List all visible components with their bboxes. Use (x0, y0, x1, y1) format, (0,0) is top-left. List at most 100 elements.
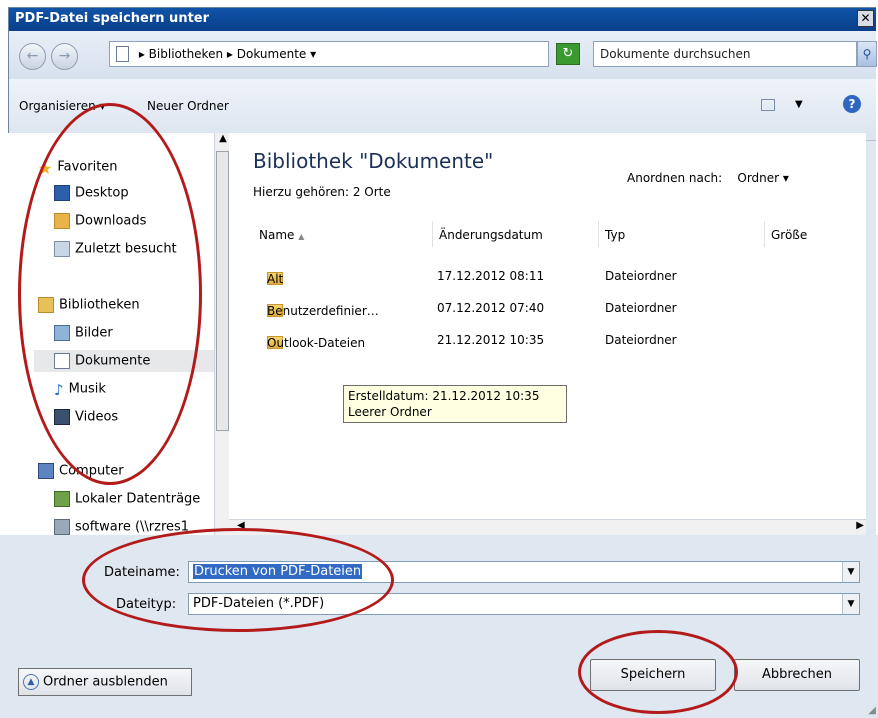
filename-label: Dateiname: (104, 565, 180, 580)
nav-label: Lokaler Datenträge (75, 491, 201, 507)
search-icon[interactable]: ⚲ (857, 41, 877, 67)
nav-label: Dokumente (75, 353, 151, 369)
title-bar: PDF-Datei speichern unter ✕ (9, 8, 876, 31)
command-bar: Organisieren ▾ Neuer Ordner ▼ ? (9, 79, 876, 141)
file-name: Benutzerdefinier… (267, 304, 379, 318)
address-row: ← → ▸ Bibliotheken ▸ Dokumente ▾ ▼ ↻ Dok… (9, 31, 877, 79)
arrange-by: Anordnen nach: Ordner ▾ (627, 171, 789, 185)
sort-ascending-icon: ▲ (298, 232, 305, 241)
file-list-scrollbar[interactable]: ◀ ▶ (229, 519, 866, 535)
scroll-thumb[interactable] (216, 151, 229, 431)
nav-label: Musik (68, 381, 106, 397)
view-dropdown-icon[interactable]: ▼ (795, 99, 803, 110)
desktop-icon (54, 185, 70, 201)
nav-item-libraries[interactable]: Bibliotheken (38, 297, 140, 319)
arrange-label: Anordnen nach: (627, 171, 723, 185)
nav-item-pictures[interactable]: Bilder (54, 325, 113, 347)
star-icon: ★ (38, 159, 53, 178)
computer-icon (38, 463, 54, 479)
column-header-date[interactable]: Änderungsdatum (433, 221, 599, 247)
recent-icon (54, 241, 70, 257)
chevron-down-icon[interactable]: ▼ (842, 562, 859, 582)
file-row[interactable]: Benutzerdefinier… 07.12.2012 07:40 Datei… (253, 298, 853, 320)
save-form-area: Dateiname: Drucken von PDF-Dateien ▼ Dat… (0, 535, 878, 718)
hide-folders-label: Ordner ausblenden (43, 674, 168, 690)
refresh-button[interactable]: ↻ (556, 43, 580, 65)
forward-button[interactable]: → (51, 43, 78, 70)
chevron-down-icon[interactable]: ▼ (842, 594, 859, 614)
library-subtitle: Hierzu gehören: 2 Orte (253, 185, 391, 199)
file-type: Dateiordner (605, 301, 677, 315)
column-name-label: Name (259, 228, 295, 242)
drive-icon (54, 491, 70, 507)
filetype-label: Dateityp: (116, 597, 177, 612)
nav-item-downloads[interactable]: Downloads (54, 213, 146, 235)
column-header-size[interactable]: Größe (765, 221, 865, 247)
music-icon: ♪ (54, 381, 64, 399)
breadcrumb-separator: ▸ (226, 47, 237, 61)
file-type: Dateiordner (605, 269, 677, 283)
nav-label: Zuletzt besucht (75, 241, 177, 257)
nav-label: software (\\rzres1 (75, 519, 190, 535)
address-bar[interactable]: ▸ Bibliotheken ▸ Dokumente ▾ ▼ (109, 41, 636, 67)
documents-icon (54, 353, 70, 369)
column-header-type[interactable]: Typ (599, 221, 765, 247)
videos-icon (54, 409, 70, 425)
navigation-pane: ★ Favoriten Desktop Downloads Zuletzt bes… (8, 133, 230, 535)
breadcrumb-documents[interactable]: Dokumente (237, 47, 307, 61)
view-icon[interactable] (761, 99, 775, 111)
tooltip-status: Leerer Ordner (348, 405, 432, 419)
nav-item-desktop[interactable]: Desktop (54, 185, 129, 207)
search-input[interactable]: Dokumente durchsuchen (593, 41, 857, 67)
documents-icon (116, 46, 129, 62)
scroll-left-icon[interactable]: ◀ (237, 520, 245, 531)
cancel-button[interactable]: Abbrechen (734, 659, 860, 691)
file-row[interactable]: Outlook-Dateien 21.12.2012 10:35 Dateior… (253, 330, 853, 352)
nav-scrollbar[interactable]: ▲ (214, 133, 230, 535)
back-button[interactable]: ← (19, 43, 46, 70)
nav-label: Videos (75, 409, 119, 425)
nav-label: Bibliotheken (59, 297, 140, 313)
downloads-icon (54, 213, 70, 229)
nav-item-recent[interactable]: Zuletzt besucht (54, 241, 177, 263)
chevron-down-icon[interactable]: ▾ (310, 47, 316, 61)
organize-menu[interactable]: Organisieren ▾ (19, 99, 106, 113)
nav-item-favorites[interactable]: ★ Favoriten (38, 159, 118, 181)
nav-label: Bilder (75, 325, 113, 341)
chevron-up-icon: ▲ (23, 674, 39, 690)
nav-item-local-drive[interactable]: Lokaler Datenträge (54, 491, 200, 513)
folder-tooltip: Erstelldatum: 21.12.2012 10:35 Leerer Or… (343, 385, 567, 423)
resize-grip-icon[interactable]: ◢ (868, 705, 876, 716)
close-button[interactable]: ✕ (857, 10, 874, 27)
file-row[interactable]: Alt 17.12.2012 08:11 Dateiordner (253, 266, 853, 288)
filetype-select[interactable]: PDF-Dateien (*.PDF) ▼ (188, 593, 860, 615)
new-folder-button[interactable]: Neuer Ordner (147, 99, 229, 113)
filename-field[interactable]: Drucken von PDF-Dateien ▼ (188, 561, 860, 583)
column-header-name[interactable]: Name ▲ (253, 221, 433, 247)
nav-label: Downloads (75, 213, 147, 229)
arrange-dropdown[interactable]: Ordner (737, 171, 779, 185)
breadcrumb-libraries[interactable]: Bibliotheken (149, 47, 223, 61)
tooltip-created: Erstelldatum: 21.12.2012 10:35 (348, 389, 540, 403)
library-title: Bibliothek "Dokumente" (253, 149, 494, 173)
hide-folders-button[interactable]: ▲ Ordner ausblenden (18, 668, 192, 696)
filetype-value: PDF-Dateien (*.PDF) (193, 596, 325, 611)
nav-item-computer[interactable]: Computer (38, 463, 124, 485)
organize-label: Organisieren (19, 99, 96, 113)
nav-item-music[interactable]: ♪ Musik (54, 381, 106, 403)
file-type: Dateiordner (605, 333, 677, 347)
filename-value: Drucken von PDF-Dateien (193, 564, 363, 579)
save-button[interactable]: Speichern (590, 659, 716, 691)
help-icon[interactable]: ? (843, 95, 861, 113)
nav-item-documents[interactable]: Dokumente (34, 350, 214, 372)
scroll-right-icon[interactable]: ▶ (856, 520, 864, 531)
nav-label: Favoriten (57, 159, 118, 175)
libraries-icon (38, 297, 54, 313)
pictures-icon (54, 325, 70, 341)
file-date: 07.12.2012 07:40 (437, 301, 545, 315)
nav-item-videos[interactable]: Videos (54, 409, 118, 431)
file-list-pane: Bibliothek "Dokumente" Hierzu gehören: 2… (229, 133, 866, 535)
nav-label: Desktop (75, 185, 129, 201)
nav-label: Computer (59, 463, 124, 479)
file-date: 17.12.2012 08:11 (437, 269, 545, 283)
